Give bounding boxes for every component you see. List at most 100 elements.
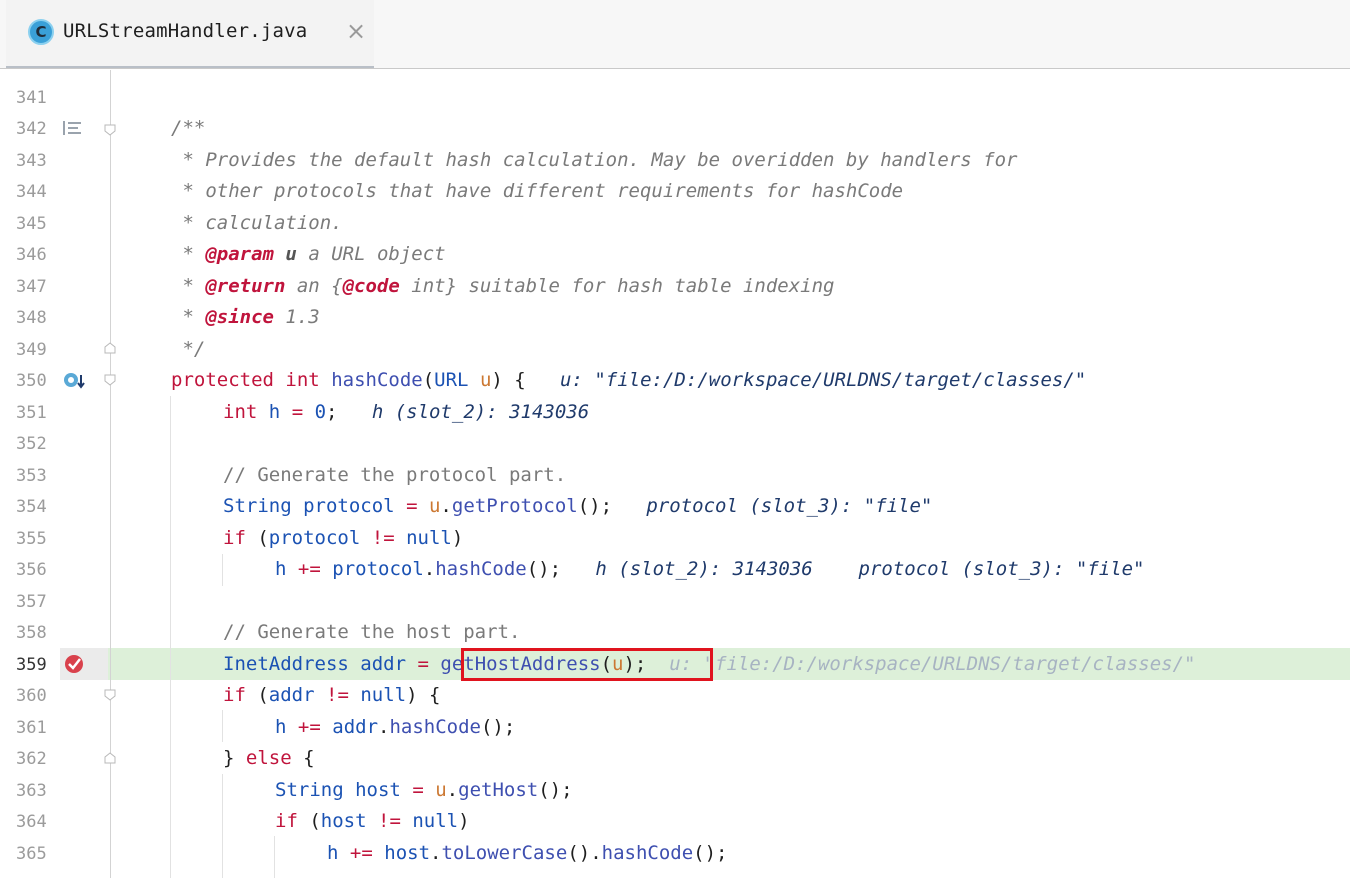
code-line[interactable]: 356 h += protocol.hashCode(); h (slot_2)… [0,554,1350,585]
method-signature: protected int hashCode(URL u) { u: "file… [171,369,1087,391]
file-tab-label: URLStreamHandler.java [63,20,308,42]
code-statement: int h = 0; h (slot_2): 3143036 [223,401,590,423]
line-number: 347 [16,277,47,297]
line-number: 348 [16,308,47,328]
code-line[interactable]: 345 * calculation. [0,208,1350,239]
javadoc-comment: /** [171,117,206,139]
javadoc-param-name: u [285,243,297,265]
javadoc-comment: * Provides the default hash calculation.… [171,149,1018,171]
code-line[interactable]: 349 */ [0,334,1350,365]
line-number: 354 [16,497,47,517]
line-number: 364 [16,812,47,832]
code-line[interactable]: 365 h += host.toLowerCase().hashCode(); [0,838,1350,869]
line-number: 350 [16,371,47,391]
variable: addr [332,716,379,738]
variable: addr [360,653,407,675]
code-editor[interactable]: 341 342 /** 343 * Provides the default h… [0,70,1350,878]
line-number: 362 [16,749,47,769]
line-number: 356 [16,560,47,580]
variable: protocol [332,558,424,580]
line-number: 351 [16,403,47,423]
debug-inline-value: protocol (slot_3): "file" [646,495,933,517]
javadoc-line: * @param u a URL object [171,243,445,265]
file-tab[interactable]: C URLStreamHandler.java × [6,0,374,68]
comment-text: * [171,243,206,265]
null-literal: null [360,684,407,706]
code-line[interactable]: 343 * Provides the default hash calculat… [0,145,1350,176]
debug-inline-value: protocol (slot_3): "file" [858,558,1145,580]
parameter: u [479,369,492,391]
line-number: 349 [16,340,47,360]
method-call: hashCode [435,558,527,580]
code-line[interactable]: 353 // Generate the protocol part. [0,460,1350,491]
variable: h [275,716,287,738]
null-literal: null [412,810,459,832]
code-line[interactable]: 346 * @param u a URL object [0,239,1350,270]
debug-inline-value: u: "file:/D:/workspace/URLDNS/target/cla… [560,369,1087,391]
code-statement: if (addr != null) { [223,684,441,706]
variable: protocol [268,527,361,549]
code-line[interactable]: 358 // Generate the host part. [0,617,1350,648]
code-line[interactable]: 364 if (host != null) [0,806,1350,837]
code-line[interactable]: 341 [0,82,1350,113]
method-call: getHost [458,779,539,801]
line-number: 341 [16,88,47,108]
line-comment: // Generate the protocol part. [223,464,567,486]
javadoc-line: * @since 1.3 [171,306,319,328]
code-line[interactable]: 347 * @return an {@code int} suitable fo… [0,271,1350,302]
variable: host [384,842,431,864]
code-line[interactable]: 361 h += addr.hashCode(); [0,712,1350,743]
line-number: 343 [16,151,47,171]
code-statement: String host = u.getHost(); [275,779,573,801]
code-statement: if (protocol != null) [223,527,464,549]
code-line[interactable]: 344 * other protocols that have differen… [0,176,1350,207]
code-line[interactable]: 348 * @since 1.3 [0,302,1350,333]
close-tab-icon[interactable]: × [346,17,366,45]
line-number: 361 [16,718,47,738]
parameter: u [435,779,447,801]
javadoc-tag: @param [205,243,274,265]
line-comment: // Generate the host part. [223,621,521,643]
code-line[interactable]: 351 int h = 0; h (slot_2): 3143036 [0,397,1350,428]
variable: host [355,779,401,801]
code-line[interactable]: 342 /** [0,113,1350,144]
variable: addr [268,684,315,706]
code-statement: h += host.toLowerCase().hashCode(); [327,842,728,864]
type-name: URL [434,369,469,391]
line-number: 345 [16,214,47,234]
method-name: hashCode [331,369,423,391]
code-line[interactable]: 360 if (addr != null) { [0,680,1350,711]
method-call: getProtocol [451,495,578,517]
code-line[interactable]: 350 protected int hashCode(URL u) { u: "… [0,365,1350,396]
line-number: 359 [16,655,47,675]
javadoc-comment: * calculation. [171,212,343,234]
code-line[interactable]: 352 [0,428,1350,459]
keyword: int [285,369,320,391]
code-line[interactable]: 354 String protocol = u.getProtocol(); p… [0,491,1350,522]
line-number: 352 [16,434,47,454]
method-call: hashCode [389,716,481,738]
keyword: if [275,810,298,832]
code-statement: String protocol = u.getProtocol(); proto… [223,495,933,517]
variable: h [327,842,339,864]
variable: h [275,558,287,580]
code-line[interactable]: 363 String host = u.getHost(); [0,775,1350,806]
java-class-icon: C [28,19,54,45]
type-name: String [223,495,292,517]
type-name: InetAddress [223,653,349,675]
javadoc-tag: @return [205,275,286,297]
debug-inline-value: u: "file:/D:/workspace/URLDNS/target/cla… [669,653,1196,675]
keyword: protected [171,369,274,391]
line-number: 365 [16,844,47,864]
code-line[interactable]: 362 } else { [0,743,1350,774]
keyword: int [223,401,258,423]
keyword: if [223,684,246,706]
code-line[interactable]: 355 if (protocol != null) [0,523,1350,554]
line-number: 358 [16,623,47,643]
code-statement: if (host != null) [275,810,470,832]
line-number: 346 [16,245,47,265]
code-line[interactable]: 357 [0,586,1350,617]
code-statement: h += protocol.hashCode(); h (slot_2): 31… [275,558,1145,580]
line-number: 353 [16,466,47,486]
editor-tab-bar: C URLStreamHandler.java × [0,0,1350,69]
